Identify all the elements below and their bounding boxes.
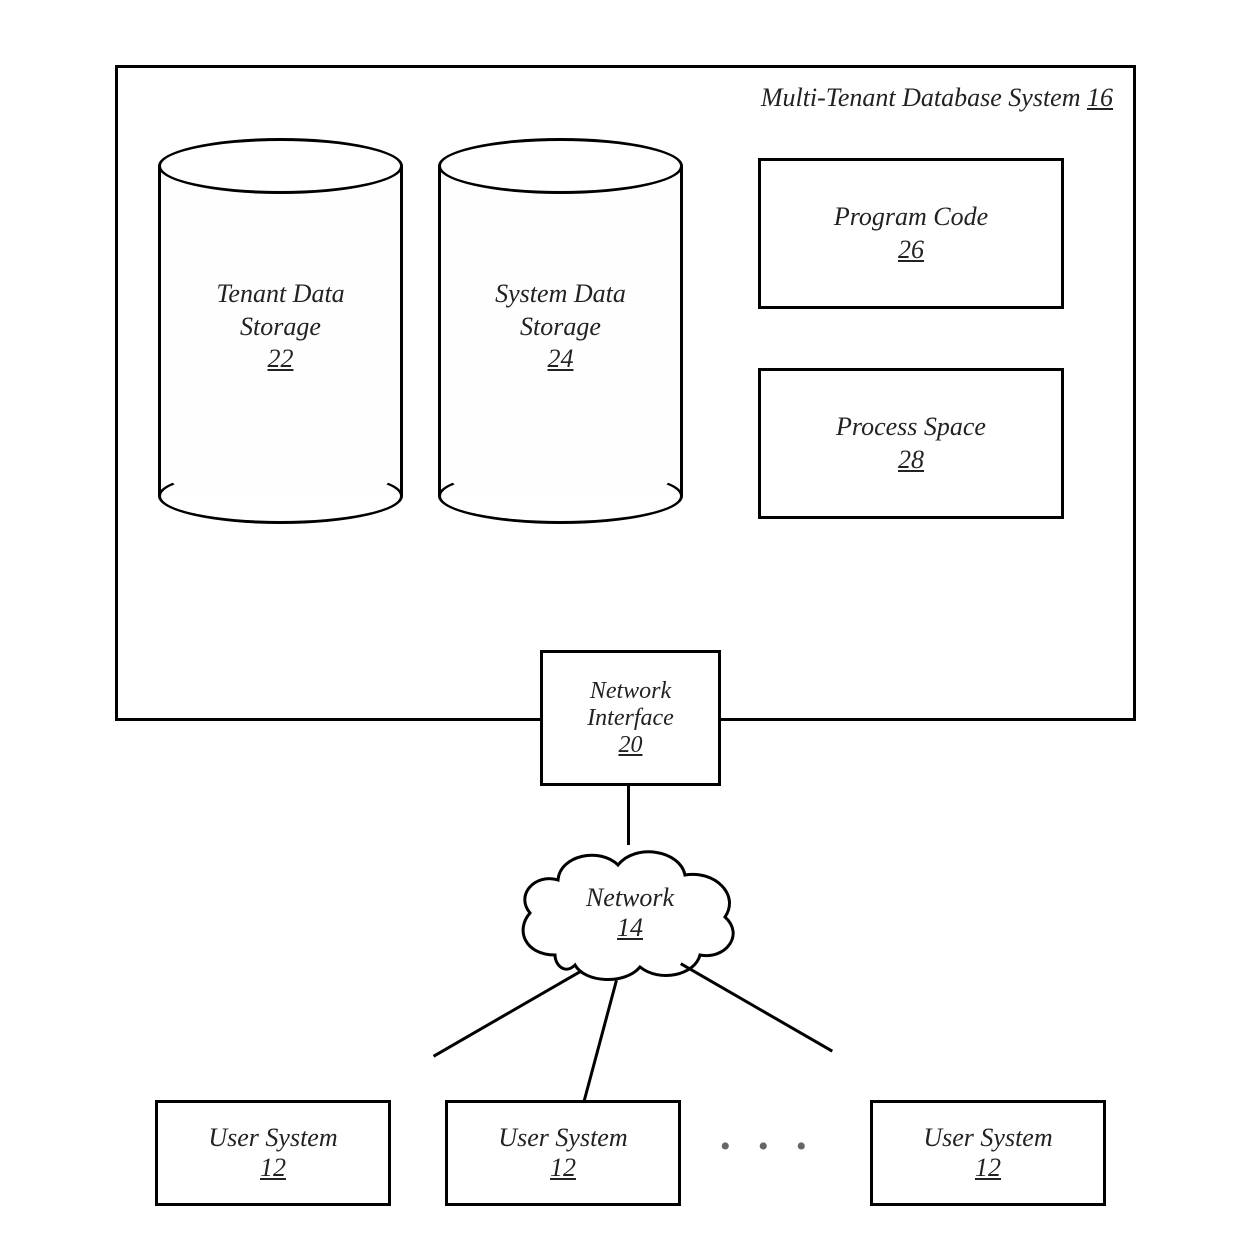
system-title: Multi-Tenant Database System 16 [761,83,1113,113]
cylinder-label: System Data Storage 24 [438,278,683,376]
cylinder-bottom [158,468,403,524]
box-label: Process Space [836,411,986,444]
multi-tenant-system-box: Multi-Tenant Database System 16 Tenant D… [115,65,1136,721]
system-title-ref: 16 [1087,83,1113,112]
connector-cloud-to-user2 [583,980,618,1102]
cyl-label-ref: 22 [158,343,403,376]
cloud-label-text: Network [510,883,750,913]
network-interface-box: Network Interface 20 [540,650,721,786]
nif-line2: Interface [587,705,674,732]
user-system-ref: 12 [975,1153,1001,1183]
cyl-label-line2: Storage [158,311,403,344]
user-system-label: User System [208,1123,337,1153]
cyl-label-line1: Tenant Data [158,278,403,311]
user-system-box: User System 12 [445,1100,681,1206]
cloud-label: Network 14 [510,883,750,943]
nif-ref: 20 [619,732,643,759]
diagram-canvas: Multi-Tenant Database System 16 Tenant D… [0,0,1240,1254]
user-system-box: User System 12 [870,1100,1106,1206]
box-ref: 26 [898,234,924,267]
cloud-label-ref: 14 [510,913,750,943]
cylinder-top [158,138,403,194]
network-cloud: Network 14 [510,835,750,990]
cyl-label-line2: Storage [438,311,683,344]
cyl-label-ref: 24 [438,343,683,376]
user-system-ref: 12 [260,1153,286,1183]
user-system-label: User System [498,1123,627,1153]
ellipsis: • • • [720,1130,817,1164]
connector-cloud-to-user1 [433,970,582,1058]
nif-line1: Network [590,678,671,705]
user-system-box: User System 12 [155,1100,391,1206]
cylinder-bottom [438,468,683,524]
user-system-ref: 12 [550,1153,576,1183]
system-title-text: Multi-Tenant Database System [761,83,1081,112]
box-ref: 28 [898,444,924,477]
cyl-label-line1: System Data [438,278,683,311]
cylinder-top [438,138,683,194]
process-space-box: Process Space 28 [758,368,1064,519]
cylinder-label: Tenant Data Storage 22 [158,278,403,376]
box-label: Program Code [834,201,988,234]
user-system-label: User System [923,1123,1052,1153]
connector-cloud-to-user3 [680,962,833,1052]
program-code-box: Program Code 26 [758,158,1064,309]
